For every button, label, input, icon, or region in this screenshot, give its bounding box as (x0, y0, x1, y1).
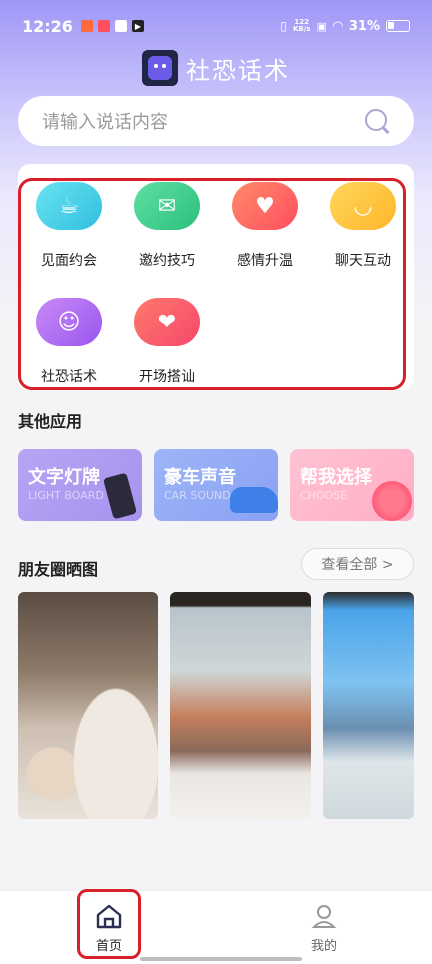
category-label: 邀约技巧 (139, 253, 195, 269)
status-time: 12:26 (22, 16, 73, 36)
moments-title: 朋友圈晒图 (18, 560, 99, 579)
smile-bubble-icon: ◡ (330, 182, 396, 230)
app-card-title: 文字灯牌 (28, 467, 100, 488)
shy-face-icon: ☺ (36, 298, 102, 346)
moment-photo[interactable] (323, 592, 414, 819)
network-speed: 122 KB/s (292, 18, 311, 33)
coffee-cup-icon: ☕ (36, 182, 102, 230)
category-item-chat-interaction[interactable]: ◡ 聊天互动 (315, 182, 411, 270)
category-item-opening-lines[interactable]: ❤ 开场搭讪 (119, 298, 215, 386)
battery-percent: 31% (348, 18, 380, 34)
status-bar: 12:26 ▶ ▯ 122 KB/s ▣ ◠ 31% (0, 0, 432, 52)
battery-icon (386, 20, 410, 32)
bottom-nav: 首页 我的 (0, 890, 432, 964)
nav-home[interactable]: 首页 (79, 903, 139, 954)
app-card-subtitle: LIGHT BOARD (28, 489, 104, 502)
wifi-icon: ◠ (332, 18, 343, 34)
app-card-car-sound[interactable]: 豪车声音 CAR SOUND (154, 449, 278, 521)
sim-icon: ▣ (316, 19, 327, 33)
notification-app-icon (97, 20, 110, 32)
app-card-light-board[interactable]: 文字灯牌 LIGHT BOARD (18, 449, 142, 521)
chat-heart-icon: ❤ (134, 298, 200, 346)
nav-home-label: 首页 (95, 939, 122, 954)
category-label: 感情升温 (237, 253, 293, 269)
search-icon[interactable] (364, 108, 390, 134)
notification-app-icon (80, 20, 93, 32)
home-icon (96, 904, 122, 929)
nav-me[interactable]: 我的 (294, 903, 354, 954)
app-card-subtitle: CHOOSE (300, 489, 348, 502)
category-item-meeting-date[interactable]: ☕ 见面约会 (21, 182, 117, 270)
vibrate-icon: ▯ (280, 19, 287, 33)
app-title: 社恐话术 (186, 56, 290, 85)
category-item-relationship-warming[interactable]: ♥ 感情升温 (217, 182, 313, 270)
category-label: 社恐话术 (41, 369, 97, 385)
app-card-subtitle: CAR SOUND (164, 489, 231, 502)
app-logo (142, 50, 178, 86)
moment-photo[interactable] (18, 592, 158, 819)
play-notification-icon: ▶ (131, 20, 144, 32)
category-label: 聊天互动 (335, 253, 391, 269)
car-icon (230, 487, 278, 513)
other-apps-title: 其他应用 (18, 412, 83, 431)
category-card: ☕ 见面约会 ✉ 邀约技巧 ♥ 感情升温 ◡ 聊天互动 ☺ 社恐话术 ❤ 开场搭… (18, 164, 414, 390)
user-icon (311, 905, 337, 928)
app-card-choose[interactable]: 帮我选择 CHOOSE (290, 449, 414, 521)
category-item-invite-tips[interactable]: ✉ 邀约技巧 (119, 182, 215, 270)
search-input[interactable]: 请输入说话内容 (42, 108, 364, 134)
home-indicator[interactable] (140, 957, 302, 961)
search-bar[interactable]: 请输入说话内容 (18, 96, 414, 146)
nav-me-label: 我的 (310, 939, 337, 954)
category-label: 开场搭讪 (139, 369, 195, 385)
spinner-wheel-icon (372, 481, 412, 521)
heart-pulse-icon: ♥ (232, 182, 298, 230)
moment-photo[interactable] (170, 592, 311, 819)
category-label: 见面约会 (41, 253, 97, 269)
app-card-title: 豪车声音 (164, 467, 236, 488)
app-header: 社恐话术 (0, 48, 432, 88)
app-card-title: 帮我选择 (300, 467, 372, 488)
envelope-heart-icon: ✉ (134, 182, 200, 230)
category-item-social-anxiety-lines[interactable]: ☺ 社恐话术 (21, 298, 117, 386)
notification-app-icon (114, 20, 127, 32)
view-all-button[interactable]: 查看全部 > (301, 548, 414, 580)
status-indicators: ▯ 122 KB/s ▣ ◠ 31% (280, 19, 410, 34)
phone-icon (102, 472, 138, 520)
